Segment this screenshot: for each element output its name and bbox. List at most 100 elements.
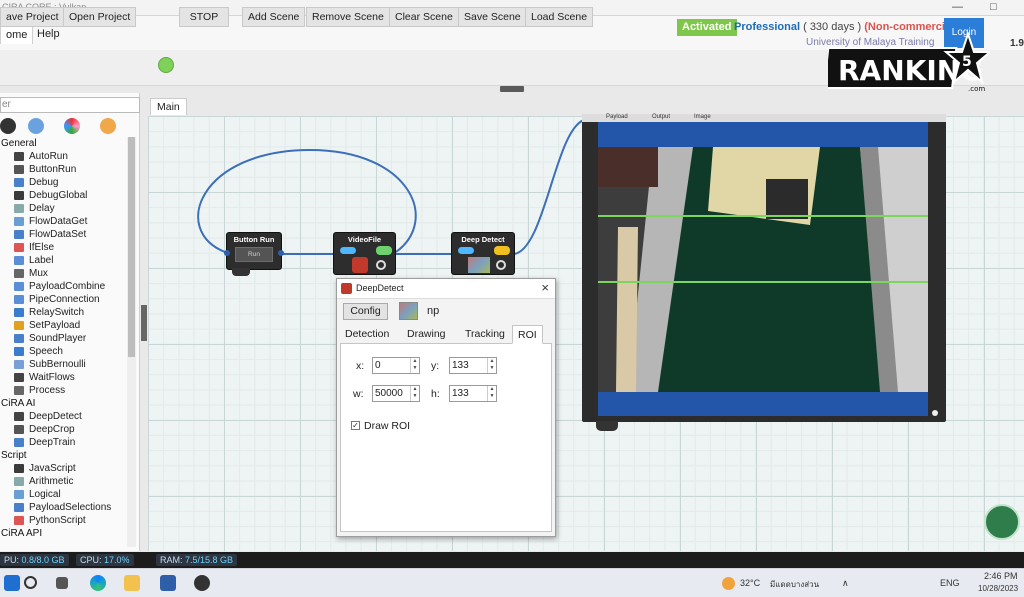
node-type-icon [14, 191, 24, 200]
tree-node-item[interactable]: PipeConnection [0, 293, 126, 306]
output-port[interactable] [278, 250, 284, 256]
tree-node-item[interactable]: Debug [0, 176, 126, 189]
weather-temp[interactable]: 32°C [740, 578, 760, 588]
input-port[interactable] [224, 250, 230, 256]
tree-node-item[interactable]: DeepDetect [0, 410, 126, 423]
file-explorer-icon[interactable] [124, 575, 140, 591]
stepper-arrows-icon[interactable]: ▲ ▼ [487, 386, 496, 401]
tree-node-item[interactable]: DebugGlobal [0, 189, 126, 202]
start-icon[interactable] [4, 575, 20, 591]
stepper-arrows-icon[interactable]: ▲ ▼ [410, 386, 419, 401]
pie-tab-icon[interactable] [100, 118, 116, 134]
node-search-input[interactable]: er [0, 97, 140, 113]
stop-button[interactable]: STOP [179, 7, 229, 27]
button-run-node[interactable]: Button Run Run [224, 232, 284, 270]
tree-node-item[interactable]: ButtonRun [0, 163, 126, 176]
panel-splitter[interactable] [141, 305, 147, 341]
tree-node-item[interactable]: Process [0, 384, 126, 397]
resource-status-bar: PU: 0.8/8.0 GB CPU: 17.0% RAM: 7.5/15.8 … [0, 552, 1024, 568]
toggle-icon[interactable] [340, 247, 356, 254]
tree-node-item[interactable]: Delay [0, 202, 126, 215]
tab-detection[interactable]: Detection [340, 325, 394, 344]
tree-category[interactable]: CiRA AI [0, 397, 126, 410]
cira-core-icon[interactable] [194, 575, 210, 591]
preview-header: Payload Output Image [582, 114, 946, 122]
roi-x-stepper[interactable]: 0 ▲ ▼ [372, 357, 420, 374]
maximize-button[interactable]: □ [990, 1, 997, 13]
tab-roi[interactable]: ROI [512, 325, 543, 344]
tree-category[interactable]: General [0, 137, 126, 150]
draw-roi-checkbox[interactable]: ✓ [351, 421, 360, 430]
clear-scene-button[interactable]: Clear Scene [389, 7, 459, 27]
tree-node-item[interactable]: PayloadSelections [0, 501, 126, 514]
tree-scrollbar[interactable] [127, 137, 136, 547]
tree-node-label: AutoRun [29, 151, 68, 162]
tree-node-item[interactable]: WaitFlows [0, 371, 126, 384]
button-run-inner-button[interactable]: Run [235, 247, 273, 262]
open-project-button[interactable]: Open Project [63, 7, 137, 27]
gear-icon[interactable] [376, 260, 386, 270]
tab-main[interactable]: Main [150, 98, 187, 115]
roi-h-stepper[interactable]: 133 ▲ ▼ [449, 385, 497, 402]
toggle-icon[interactable] [458, 247, 474, 254]
tree-node-item[interactable]: Logical [0, 488, 126, 501]
tree-node-item[interactable]: Mux [0, 267, 126, 280]
language-indicator[interactable]: ENG [940, 578, 960, 588]
roi-w-stepper[interactable]: 50000 ▲ ▼ [372, 385, 420, 402]
run-indicator-icon[interactable] [158, 57, 174, 73]
tree-node-item[interactable]: AutoRun [0, 150, 126, 163]
tree-node-item[interactable]: JavaScript [0, 462, 126, 475]
edge-icon[interactable] [90, 575, 106, 591]
menu-home[interactable]: ome [0, 24, 34, 44]
remove-scene-button[interactable]: Remove Scene [306, 7, 390, 27]
clock-date[interactable]: 10/28/2023 [978, 584, 1018, 593]
tree-node-label: PayloadCombine [29, 281, 106, 292]
image-preview-window[interactable]: Payload Output Image [582, 114, 946, 422]
deepdetect-node[interactable]: Deep Detect [451, 232, 515, 275]
tree-node-item[interactable]: Speech [0, 345, 126, 358]
clock-time[interactable]: 2:46 PM [984, 571, 1018, 581]
save-project-button[interactable]: ave Project [0, 7, 65, 27]
tree-node-item[interactable]: IfElse [0, 241, 126, 254]
load-scene-button[interactable]: Load Scene [525, 7, 594, 27]
menu-help[interactable]: Help [32, 24, 65, 44]
tree-category[interactable]: Script [0, 449, 126, 462]
tree-node-item[interactable]: FlowDataSet [0, 228, 126, 241]
tree-node-item[interactable]: SoundPlayer [0, 332, 126, 345]
close-icon[interactable]: × [541, 280, 549, 295]
add-scene-button[interactable]: Add Scene [242, 7, 306, 27]
tab-tracking[interactable]: Tracking [460, 325, 510, 344]
gear-icon[interactable] [496, 260, 506, 270]
tree-node-item[interactable]: PayloadCombine [0, 280, 126, 293]
task-view-icon[interactable] [56, 577, 68, 589]
tray-chevron-icon[interactable]: ∧ [842, 578, 849, 589]
tree-node-item[interactable]: PythonScript [0, 514, 126, 527]
weather-desc[interactable]: มีแดดบางส่วน [770, 578, 819, 591]
collapse-handle[interactable] [500, 86, 524, 92]
tree-node-item[interactable]: FlowDataGet [0, 215, 126, 228]
globe-tab-icon[interactable] [28, 118, 44, 134]
tree-category[interactable]: CiRA API [0, 527, 126, 540]
tree-node-item[interactable]: Label [0, 254, 126, 267]
tab-drawing[interactable]: Drawing [402, 325, 451, 344]
tree-node-item[interactable]: Arithmetic [0, 475, 126, 488]
tree-node-item[interactable]: DeepTrain [0, 436, 126, 449]
config-button[interactable]: Config [343, 303, 388, 320]
stepper-arrows-icon[interactable]: ▲ ▼ [410, 358, 419, 373]
color-tab-icon[interactable] [64, 118, 80, 134]
assistant-fab-icon[interactable] [984, 504, 1020, 540]
mail-icon[interactable] [160, 575, 176, 591]
stepper-arrows-icon[interactable]: ▲ ▼ [487, 358, 496, 373]
tree-node-item[interactable]: RelaySwitch [0, 306, 126, 319]
videofile-node[interactable]: VideoFile [333, 232, 396, 275]
tree-node-label: ButtonRun [29, 164, 77, 175]
save-scene-button[interactable]: Save Scene [458, 7, 527, 27]
tree-node-item[interactable]: SubBernoulli [0, 358, 126, 371]
search-icon[interactable] [24, 576, 37, 589]
minimize-button[interactable]: — [952, 1, 963, 13]
roi-y-stepper[interactable]: 133 ▲ ▼ [449, 357, 497, 374]
tree-node-item[interactable]: DeepCrop [0, 423, 126, 436]
general-tab-icon[interactable] [0, 118, 16, 134]
tree-node-item[interactable]: SetPayload [0, 319, 126, 332]
resize-handle-icon[interactable] [932, 410, 938, 416]
